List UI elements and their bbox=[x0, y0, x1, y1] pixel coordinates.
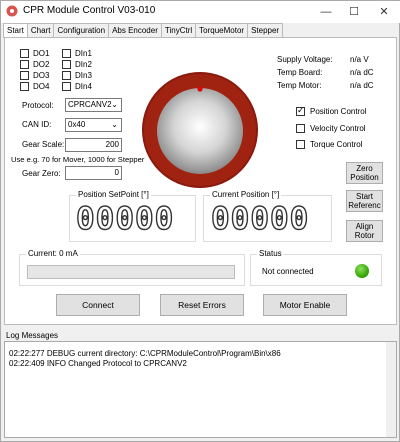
protocol-value: CPRCANV2 bbox=[68, 100, 112, 109]
do4-checkbox[interactable] bbox=[20, 82, 29, 91]
tab-abs-encoder[interactable]: Abs Encoder bbox=[108, 23, 162, 37]
din1-checkbox[interactable] bbox=[62, 49, 71, 58]
din4-label: DIn4 bbox=[75, 82, 92, 91]
chevron-down-icon: ⌄ bbox=[111, 100, 118, 109]
torque-control-label: Torque Control bbox=[310, 140, 363, 149]
connect-button[interactable]: Connect bbox=[56, 294, 140, 316]
gear-zero-input[interactable]: 0 bbox=[65, 166, 122, 180]
current-group: Current: 0 mA bbox=[19, 249, 245, 286]
torque-control-checkbox[interactable] bbox=[296, 140, 305, 149]
can-id-value: 0x40 bbox=[68, 120, 86, 129]
supply-voltage-value: n/a V bbox=[350, 55, 369, 64]
temp-motor-value: n/a dC bbox=[350, 81, 374, 90]
do2-checkbox[interactable] bbox=[20, 60, 29, 69]
do3-label: DO3 bbox=[33, 71, 50, 80]
temp-board-label: Temp Board: bbox=[277, 68, 323, 77]
log-messages-panel[interactable]: 02:22:277 DEBUG current directory: C:\CP… bbox=[4, 341, 397, 438]
status-led-icon bbox=[355, 264, 369, 278]
log-line: 02:22:409 INFO Changed Protocol to CPRCA… bbox=[9, 359, 187, 368]
gear-scale-input[interactable]: 200 bbox=[65, 138, 122, 152]
temp-motor-label: Temp Motor: bbox=[277, 81, 322, 90]
status-text: Not connected bbox=[262, 267, 314, 276]
status-group: Status Not connected bbox=[250, 249, 382, 286]
chevron-down-icon: ⌄ bbox=[111, 120, 118, 129]
position-control-label: Position Control bbox=[310, 107, 367, 116]
can-id-label: CAN ID: bbox=[22, 120, 52, 129]
start-tab-panel: DO1 DO2 DO3 DO4 DIn1 DIn2 DIn3 DIn4 Prot… bbox=[4, 37, 397, 325]
do4-label: DO4 bbox=[33, 82, 50, 91]
reset-errors-button[interactable]: Reset Errors bbox=[160, 294, 244, 316]
status-title: Status bbox=[257, 249, 284, 258]
close-icon[interactable]: ✕ bbox=[369, 1, 399, 23]
motor-enable-button[interactable]: Motor Enable bbox=[263, 294, 347, 316]
title-bar: CPR Module Control V03-010 — ☐ ✕ bbox=[1, 1, 400, 23]
tab-stepper[interactable]: Stepper bbox=[247, 23, 284, 37]
can-id-select[interactable]: 0x40 ⌄ bbox=[65, 118, 122, 132]
tab-configuration[interactable]: Configuration bbox=[53, 23, 110, 37]
position-control-checkbox[interactable] bbox=[296, 105, 305, 116]
maximize-icon[interactable]: ☐ bbox=[339, 1, 369, 23]
do2-label: DO2 bbox=[33, 60, 50, 69]
current-progress-bar bbox=[27, 265, 235, 279]
position-setpoint-title: Position SetPoint [°] bbox=[76, 190, 151, 199]
app-icon bbox=[6, 5, 18, 17]
current-title: Current: 0 mA bbox=[26, 249, 80, 258]
tab-start[interactable]: Start bbox=[3, 23, 28, 38]
do3-checkbox[interactable] bbox=[20, 71, 29, 80]
current-position-display: 00000 bbox=[210, 200, 310, 237]
start-reference-button[interactable]: Start Referenc bbox=[346, 190, 383, 212]
position-knob[interactable] bbox=[141, 71, 259, 189]
velocity-control-label: Velocity Control bbox=[310, 124, 366, 133]
log-scrollbar[interactable] bbox=[386, 342, 396, 437]
align-rotor-button[interactable]: Align Rotor bbox=[346, 220, 383, 242]
current-position-group: Current Position [°] 00000 bbox=[203, 190, 332, 242]
din3-checkbox[interactable] bbox=[62, 71, 71, 80]
temp-board-value: n/a dC bbox=[350, 68, 374, 77]
position-setpoint-display: 00000 bbox=[75, 200, 175, 237]
din2-checkbox[interactable] bbox=[62, 60, 71, 69]
window-title: CPR Module Control V03-010 bbox=[23, 5, 156, 16]
supply-voltage-label: Supply Voltage: bbox=[277, 55, 333, 64]
protocol-select[interactable]: CPRCANV2 ⌄ bbox=[65, 98, 122, 112]
tab-bar: Start Chart Configuration Abs Encoder Ti… bbox=[3, 23, 284, 38]
protocol-label: Protocol: bbox=[22, 101, 54, 110]
velocity-control-checkbox[interactable] bbox=[296, 124, 305, 133]
current-position-title: Current Position [°] bbox=[210, 190, 282, 199]
do1-label: DO1 bbox=[33, 49, 50, 58]
zero-position-button[interactable]: Zero Position bbox=[346, 162, 383, 184]
minimize-icon[interactable]: — bbox=[311, 1, 341, 23]
gear-scale-hint: Use e.g. 70 for Mover, 1000 for Stepper bbox=[11, 155, 145, 164]
gear-scale-label: Gear Scale: bbox=[22, 140, 65, 149]
din4-checkbox[interactable] bbox=[62, 82, 71, 91]
log-line: 02:22:277 DEBUG current directory: C:\CP… bbox=[9, 349, 281, 358]
gear-zero-label: Gear Zero: bbox=[22, 169, 61, 178]
din2-label: DIn2 bbox=[75, 60, 92, 69]
position-setpoint-group: Position SetPoint [°] 00000 bbox=[69, 190, 196, 242]
do1-checkbox[interactable] bbox=[20, 49, 29, 58]
app-window: CPR Module Control V03-010 — ☐ ✕ Start C… bbox=[0, 0, 400, 442]
din3-label: DIn3 bbox=[75, 71, 92, 80]
din1-label: DIn1 bbox=[75, 49, 92, 58]
tab-tinyctrl[interactable]: TinyCtrl bbox=[160, 23, 197, 37]
log-title: Log Messages bbox=[6, 331, 59, 340]
tab-chart[interactable]: Chart bbox=[26, 23, 55, 37]
tab-torquemotor[interactable]: TorqueMotor bbox=[195, 23, 249, 37]
knob-indicator bbox=[197, 86, 203, 92]
